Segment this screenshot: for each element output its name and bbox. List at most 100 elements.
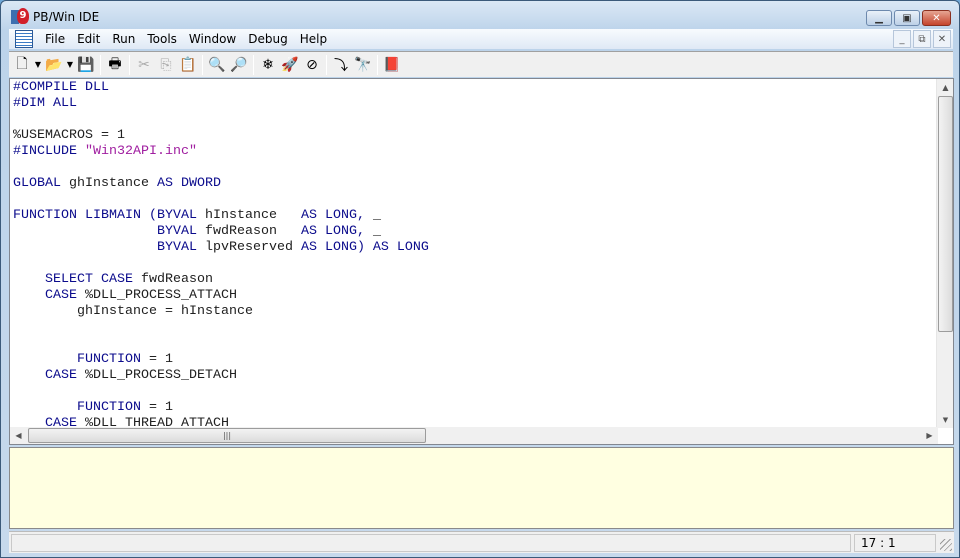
code-token: %DLL_PROCESS_ATTACH [84,288,237,303]
mdi-restore-button[interactable]: ⧉ [913,30,931,48]
print-icon[interactable]: 🖶 [104,54,126,76]
binoculars-icon[interactable]: 🔭 [352,54,374,76]
menu-tools[interactable]: Tools [141,32,183,46]
vertical-scrollbar[interactable]: ▲ ▼ [936,79,953,428]
debug-stop-icon[interactable]: ⊘ [301,54,323,76]
code-token: lpvReserved [204,240,301,255]
code-keyword: GLOBAL [13,176,69,191]
toolbar-separator [202,54,203,75]
cut-icon[interactable]: ✂ [133,54,155,76]
code-line: #INCLUDE "Win32API.inc" [13,144,938,160]
resize-grip-icon[interactable] [940,539,952,551]
code-line: GLOBAL ghInstance AS DWORD [13,176,938,192]
menu-window[interactable]: Window [183,32,242,46]
code-line: ghInstance = hInstance [13,304,938,320]
code-token: %DLL_PROCESS_DETACH [84,368,237,383]
code-line: #DIM ALL [13,96,938,112]
code-token: _ [372,208,381,223]
dropdown-arrow-icon[interactable]: ▼ [65,54,75,76]
copy-icon[interactable]: ⎘ [155,54,177,76]
powerbasic-icon: 9 [11,8,29,26]
menu-edit[interactable]: Edit [71,32,106,46]
code-keyword: BYVAL [13,224,205,239]
code-keyword: AS LONG, [300,224,373,239]
code-keyword: AS DWORD [156,176,221,191]
vertical-scroll-thumb[interactable] [938,96,953,332]
toolbar-separator [253,54,254,75]
code-line: SELECT CASE fwdReason [13,272,938,288]
compile-icon[interactable]: ❄ [257,54,279,76]
code-token: _ [372,224,381,239]
toolbar-separator [129,54,130,75]
menu-run[interactable]: Run [106,32,141,46]
toolbar-separator [326,54,327,75]
menu-bar: File Edit Run Tools Window Debug Help _ … [9,29,953,49]
mdi-close-button[interactable]: ✕ [933,30,951,48]
code-keyword: FUNCTION [13,352,149,367]
code-keyword: CASE [13,368,85,383]
menu-help[interactable]: Help [294,32,333,46]
code-line: FUNCTION = 1 [13,352,938,368]
menu-debug[interactable]: Debug [242,32,293,46]
scroll-left-icon[interactable]: ◀ [10,427,27,444]
code-token: ghInstance = hInstance [13,304,253,319]
new-file-icon[interactable]: 🗋 [11,54,33,76]
code-text[interactable]: #COMPILE DLL #DIM ALL %USEMACROS = 1 #INCLU… [13,80,938,428]
code-keyword: #DIM ALL [13,96,77,111]
horizontal-scroll-thumb[interactable]: ||| [28,428,426,443]
code-token: %USEMACROS = 1 [13,128,125,143]
scroll-down-icon[interactable]: ▼ [937,411,954,428]
horizontal-scrollbar[interactable]: ◀ ||| ▶ [10,427,938,444]
save-icon[interactable]: 💾 [75,54,97,76]
code-line: CASE %DLL_PROCESS_DETACH [13,368,938,384]
status-message [11,534,851,552]
status-bar: 17 : 1 [9,531,954,553]
code-keyword: AS LONG) AS LONG [300,240,429,255]
toolbar-separator [377,54,378,75]
code-line: BYVAL lpvReserved AS LONG) AS LONG [13,240,938,256]
code-keyword: SELECT CASE [13,272,141,287]
mdi-minimize-button[interactable]: _ [893,30,911,48]
cursor-position: 17 : 1 [854,534,936,552]
code-string: "Win32API.inc" [84,144,197,159]
document-icon[interactable] [15,30,33,48]
toolbar-separator [100,54,101,75]
step-into-icon[interactable]: ⤵ [330,54,352,76]
dropdown-arrow-icon[interactable]: ▼ [33,54,43,76]
close-button[interactable]: ✕ [922,10,951,26]
minimize-button[interactable]: ▁ [866,10,892,26]
code-keyword: FUNCTION LIBMAIN (BYVAL [13,208,205,223]
maximize-button[interactable]: ▣ [894,10,920,26]
code-keyword: CASE [13,288,85,303]
open-folder-icon[interactable]: 📂 [43,54,65,76]
replace-icon[interactable]: 🔎 [228,54,250,76]
title-bar: 9 PB/Win IDE [11,7,99,27]
scroll-up-icon[interactable]: ▲ [937,79,954,96]
code-token: = 1 [148,352,173,367]
code-line: %USEMACROS = 1 [13,128,938,144]
output-pane[interactable] [9,447,954,529]
code-token: = 1 [148,400,173,415]
compile-run-icon[interactable]: 🚀 [279,54,301,76]
paste-icon[interactable]: 📋 [177,54,199,76]
code-token: fwdReason [204,224,301,239]
code-line: FUNCTION = 1 [13,400,938,416]
code-keyword: BYVAL [13,240,205,255]
menu-file[interactable]: File [39,32,71,46]
code-line: CASE %DLL_PROCESS_ATTACH [13,288,938,304]
toolbar: 🗋 ▼ 📂 ▼ 💾 🖶 ✂ ⎘ 📋 🔍 🔎 ❄ 🚀 ⊘ ⤵ 🔭 📕 [9,51,953,77]
find-icon[interactable]: 🔍 [206,54,228,76]
code-editor[interactable]: #COMPILE DLL #DIM ALL %USEMACROS = 1 #INCLU… [9,78,954,445]
code-token: hInstance [204,208,301,223]
scroll-right-icon[interactable]: ▶ [921,427,938,444]
code-keyword: AS LONG, [300,208,373,223]
help-book-icon[interactable]: 📕 [381,54,403,76]
code-token: ghInstance [69,176,157,191]
